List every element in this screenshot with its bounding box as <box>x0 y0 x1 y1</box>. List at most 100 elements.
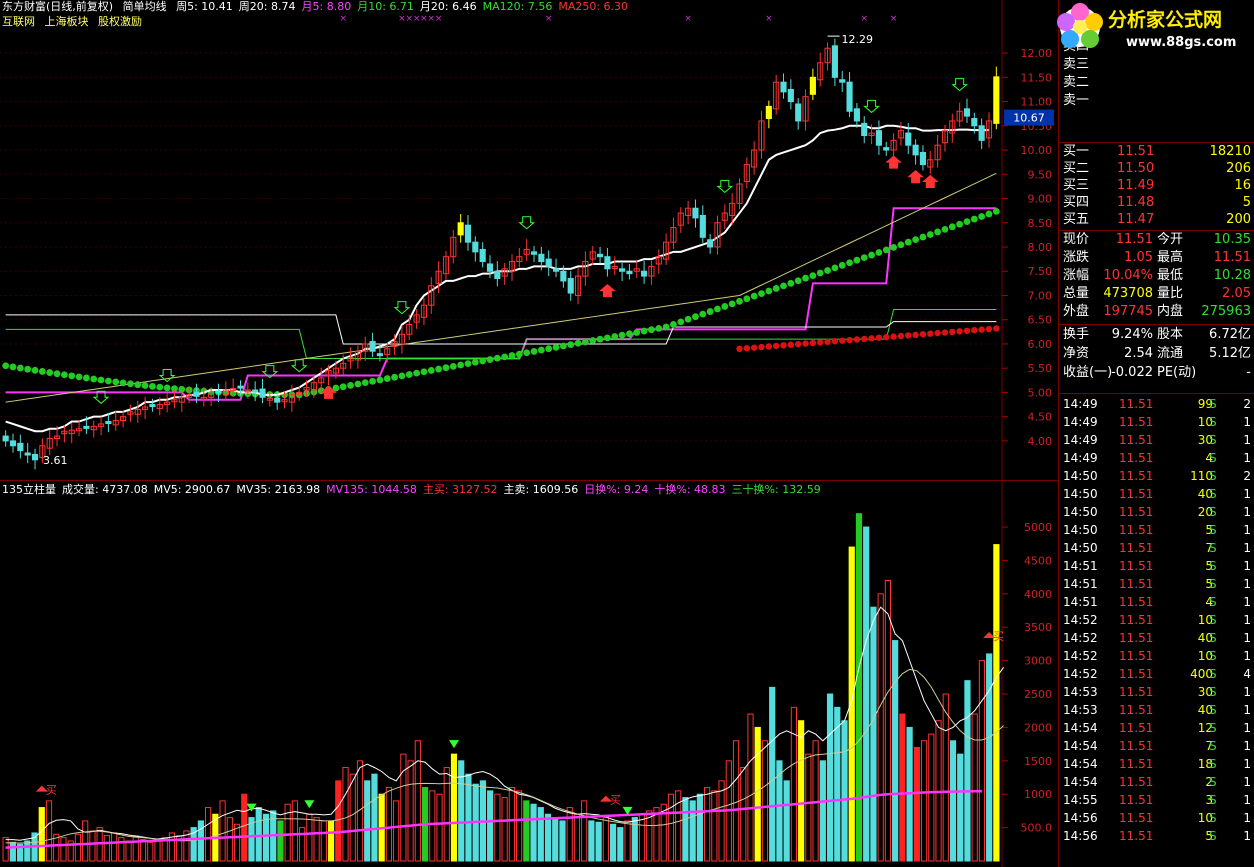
tick-row[interactable]: 14:52 11.51 10 S 1 <box>1059 647 1254 665</box>
tick-row[interactable]: 14:51 11.51 4 S 1 <box>1059 593 1254 611</box>
ma120-dot <box>978 213 986 220</box>
candle-body <box>971 118 978 127</box>
tick-time: 14:50 <box>1063 469 1098 483</box>
tick-row[interactable]: 14:49 11.51 30 S 1 <box>1059 431 1254 449</box>
tick-count: 1 <box>1243 631 1251 645</box>
cross-marker-icon: × <box>860 14 868 24</box>
ma120-dot <box>655 324 663 332</box>
tick-row[interactable]: 14:51 11.51 5 S 1 <box>1059 557 1254 575</box>
ma120-dot <box>449 362 457 370</box>
volume-bar <box>595 821 602 862</box>
volume-bar <box>38 807 45 862</box>
volume-tick-label: 5000 <box>1024 521 1052 534</box>
tick-time: 14:55 <box>1063 793 1098 807</box>
tick-side: S <box>1209 667 1217 681</box>
volume-bar <box>754 726 761 862</box>
bid-row[interactable]: 买三 11.49 16 <box>1059 177 1254 195</box>
tick-price: 11.51 <box>1119 703 1154 717</box>
tick-side: S <box>1209 433 1217 447</box>
volume-bar <box>740 766 747 862</box>
ask-row[interactable]: 卖三 <box>1059 56 1254 74</box>
bid-row[interactable]: 买四 11.48 5 <box>1059 194 1254 212</box>
site-logo: 分析家公式网 www.88gs.com <box>1050 0 1254 58</box>
tick-row[interactable]: 14:50 11.51 20 S 1 <box>1059 503 1254 521</box>
volume-panel[interactable]: 135立柱量 成交量: 4737.08 MV5: 2900.67 MV35: 2163… <box>0 481 1058 867</box>
tick-row[interactable]: 14:52 11.51 400 S 4 <box>1059 665 1254 683</box>
stat-row: 涨跌 1.05 最高 11.51 <box>1059 249 1254 267</box>
ma120-dot <box>427 367 435 374</box>
tick-row[interactable]: 14:49 11.51 10 S 1 <box>1059 413 1254 431</box>
tick-row[interactable]: 14:53 11.51 40 S 1 <box>1059 701 1254 719</box>
stat-label: PE(动) <box>1157 365 1197 380</box>
volume-bar <box>798 720 805 862</box>
tick-row[interactable]: 14:50 11.51 7 S 1 <box>1059 539 1254 557</box>
ask-row[interactable]: 卖二 <box>1059 74 1254 92</box>
sell-arrow-icon <box>393 301 411 315</box>
tick-row[interactable]: 14:55 11.51 3 S 1 <box>1059 791 1254 809</box>
stat-value: -0.022 <box>1111 365 1153 380</box>
tick-row[interactable]: 14:54 11.51 12 S 1 <box>1059 719 1254 737</box>
stat-label: 最高 <box>1157 250 1184 265</box>
tick-count: 1 <box>1243 685 1251 699</box>
tick-time: 14:50 <box>1063 505 1098 519</box>
volume-bar <box>60 837 67 862</box>
ma250-dot <box>985 325 993 333</box>
tick-count: 1 <box>1243 415 1251 429</box>
tick-count: 1 <box>1243 451 1251 465</box>
sell-arrow-icon <box>716 179 734 194</box>
tick-row[interactable]: 14:56 11.51 10 S 1 <box>1059 809 1254 827</box>
bid-row[interactable]: 买一 11.51 18210 <box>1059 143 1254 161</box>
candle-body <box>464 224 472 243</box>
tick-row[interactable]: 14:50 11.51 5 S 1 <box>1059 521 1254 539</box>
ma120-dot <box>75 373 83 381</box>
ma120-dot <box>794 277 802 285</box>
ma250-dot <box>963 327 971 334</box>
tick-row[interactable]: 14:49 11.51 99 S 2 <box>1059 395 1254 413</box>
volume-bar <box>132 835 139 862</box>
tick-row[interactable]: 14:54 11.51 7 S 1 <box>1059 737 1254 755</box>
ma120-dot <box>16 364 24 372</box>
bid-row[interactable]: 买二 11.50 206 <box>1059 160 1254 178</box>
ma250-dot <box>927 330 934 337</box>
tick-time: 14:52 <box>1063 667 1098 681</box>
ma120-dot <box>501 353 509 361</box>
tick-count: 2 <box>1243 469 1251 483</box>
stat-label: 最低 <box>1157 268 1184 283</box>
price-panel[interactable]: 东方财富(日线,前复权) 简单均线 周5: 10.41 周20: 8.74 月5: … <box>0 0 1058 480</box>
ask-row[interactable]: 卖一 <box>1059 92 1254 110</box>
volume-bar <box>689 800 696 862</box>
ma120-dot <box>442 364 450 372</box>
candle-body <box>369 341 376 352</box>
tick-row[interactable]: 14:50 11.51 110 S 2 <box>1059 467 1254 485</box>
candle-body <box>479 248 486 263</box>
bid-row[interactable]: 买五 11.47 200 <box>1059 211 1254 229</box>
tick-row[interactable]: 14:51 11.51 5 S 1 <box>1059 575 1254 593</box>
tick-count: 1 <box>1243 829 1251 843</box>
ma120-dot <box>868 251 875 259</box>
stat-label: 总量 <box>1063 286 1090 301</box>
tick-row[interactable]: 14:54 11.51 2 S 1 <box>1059 773 1254 791</box>
ma120-dot <box>633 329 641 336</box>
tick-row[interactable]: 14:52 11.51 10 S 1 <box>1059 611 1254 629</box>
ma120-dot <box>670 321 677 328</box>
volume-bar <box>920 740 928 862</box>
stat-row: 总量 473708 量比 2.05 <box>1059 285 1254 303</box>
ma250-dot <box>949 328 956 336</box>
ma120-dot <box>618 331 626 339</box>
tick-row[interactable]: 14:56 11.51 5 S 1 <box>1059 827 1254 845</box>
tick-row[interactable]: 14:54 11.51 18 S 1 <box>1059 755 1254 773</box>
tick-price: 11.51 <box>1119 451 1154 465</box>
ma250-dot <box>905 332 912 339</box>
bid-volume: 18210 <box>1209 144 1251 159</box>
tick-row[interactable]: 14:49 11.51 4 S 1 <box>1059 449 1254 467</box>
tick-side: S <box>1209 559 1217 573</box>
tick-price: 11.51 <box>1119 523 1154 537</box>
tick-row[interactable]: 14:52 11.51 40 S 1 <box>1059 629 1254 647</box>
stat-label: 换手 <box>1063 327 1090 342</box>
tick-row[interactable]: 14:53 11.51 30 S 1 <box>1059 683 1254 701</box>
price-tick-label: 5.50 <box>1028 362 1053 375</box>
tick-side: S <box>1209 487 1217 501</box>
ma250-dot <box>831 338 839 345</box>
tick-row[interactable]: 14:50 11.51 40 S 1 <box>1059 485 1254 503</box>
volume-bar <box>993 544 1000 862</box>
